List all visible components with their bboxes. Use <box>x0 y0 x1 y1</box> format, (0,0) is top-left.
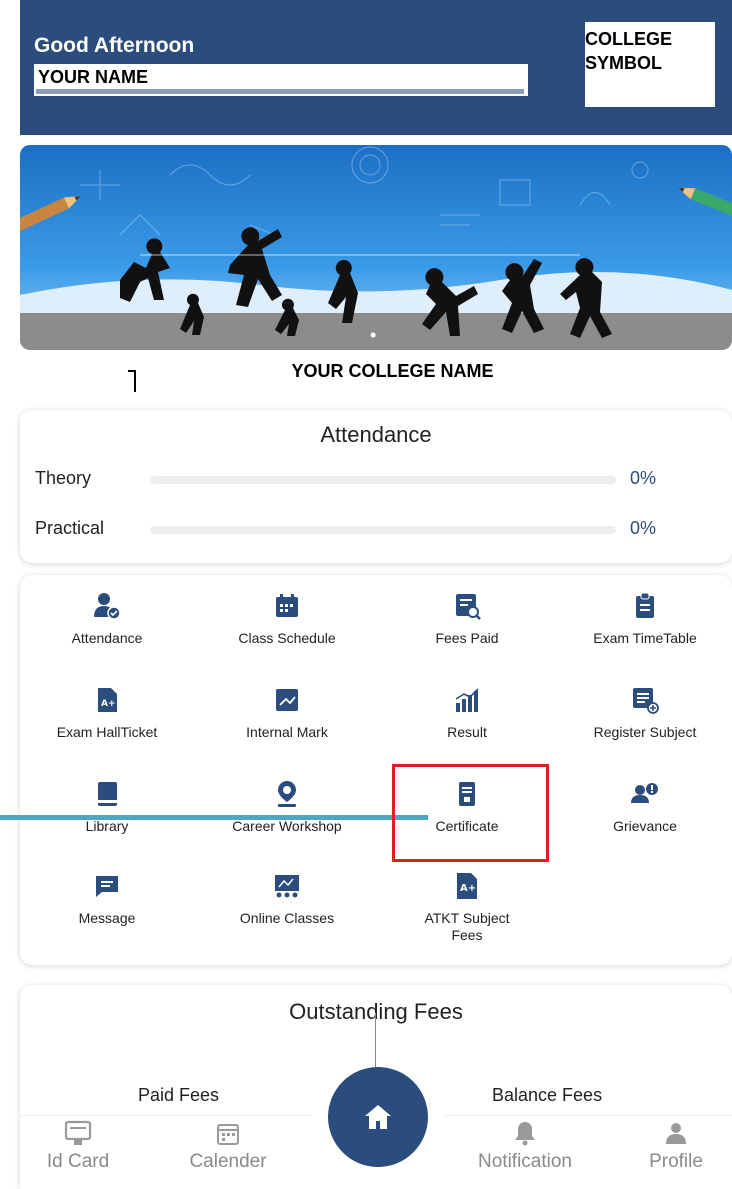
college-name-box: YOUR COLLEGE NAME <box>140 355 645 389</box>
college-logo-text: COLLEGE SYMBOL <box>585 29 673 73</box>
online-class-icon <box>275 875 299 898</box>
home-button[interactable] <box>328 1067 428 1167</box>
name-underline <box>36 89 524 94</box>
nav-profile[interactable]: Profile <box>626 1118 726 1173</box>
menu-label-register-subject: Register Subject <box>593 724 697 740</box>
certificate-highlight-box <box>392 764 549 862</box>
attendance-title: Attendance <box>320 422 432 447</box>
banner-carousel[interactable]: • <box>20 145 732 350</box>
clipboard-icon <box>636 592 654 618</box>
receipt-search-icon <box>456 594 481 620</box>
attendance-user-check-icon <box>94 593 121 620</box>
menu-item-attendance[interactable]: Attendance <box>22 591 192 647</box>
nav-notification[interactable]: Notification <box>460 1118 590 1173</box>
menu-label-career-workshop: Career Workshop <box>232 818 342 834</box>
menu-label-internal-mark: Internal Mark <box>246 724 328 740</box>
college-name: YOUR COLLEGE NAME <box>291 361 494 381</box>
college-logo: COLLEGE SYMBOL <box>585 22 715 107</box>
nav-id-card[interactable]: Id Card <box>28 1118 128 1173</box>
message-icon <box>96 876 118 897</box>
nav-label-calender: Calender <box>189 1151 267 1172</box>
menu-item-fees-paid[interactable]: Fees Paid <box>382 591 552 647</box>
bracket-mark <box>128 370 136 392</box>
location-badge-icon <box>278 781 296 807</box>
banner-image <box>20 145 732 350</box>
svg-text:A+: A+ <box>460 883 476 894</box>
annotation-line <box>0 815 428 820</box>
menu-item-atkt-subject-fees[interactable]: A+ ATKT Subject Fees <box>382 871 552 944</box>
menu-item-library[interactable]: Library <box>22 779 192 835</box>
menu-label-exam-timetable: Exam TimeTable <box>593 630 697 646</box>
grade-plus-icon: A+ <box>457 873 477 899</box>
menu-item-online-classes[interactable]: Online Classes <box>202 871 372 927</box>
paid-fees-label: Paid Fees <box>138 1085 220 1105</box>
practical-percent: 0% <box>630 518 657 538</box>
attendance-row-theory: Theory 0% <box>20 468 732 494</box>
menu-label-atkt-subject-fees: ATKT Subject Fees <box>424 910 510 943</box>
carousel-dot[interactable]: • <box>370 325 376 345</box>
left-margin <box>0 0 20 1189</box>
header: Good Afternoon YOUR NAME COLLEGE SYMBOL <box>20 0 732 135</box>
book-icon <box>98 782 117 806</box>
menu-item-message[interactable]: Message <box>22 871 192 927</box>
menu-label-class-schedule: Class Schedule <box>238 630 336 646</box>
grade-document-icon: A+ <box>98 688 117 712</box>
list-add-icon <box>633 688 659 714</box>
theory-label: Theory <box>35 468 92 488</box>
menu-item-internal-mark[interactable]: Internal Mark <box>202 685 372 741</box>
carousel-indicator[interactable]: • <box>370 325 376 346</box>
nav-calender[interactable]: Calender <box>178 1118 278 1173</box>
bar-chart-icon <box>455 688 479 712</box>
attendance-card[interactable]: Attendance Theory 0% Practical 0% <box>20 410 732 563</box>
theory-percent: 0% <box>630 468 657 488</box>
user-name: YOUR NAME <box>38 67 149 87</box>
nav-label-notification: Notification <box>478 1151 572 1172</box>
menu-label-result: Result <box>447 724 487 740</box>
id-card-icon <box>64 1120 92 1145</box>
menu-label-exam-hallticket: Exam HallTicket <box>56 724 158 740</box>
app-screen: Good Afternoon YOUR NAME COLLEGE SYMBOL <box>0 0 732 1189</box>
menu-label-fees-paid: Fees Paid <box>435 630 499 646</box>
menu-item-exam-hallticket[interactable]: A+ Exam HallTicket <box>22 685 192 741</box>
theory-progress-bar <box>150 476 616 484</box>
nav-label-profile: Profile <box>649 1151 703 1172</box>
menu-item-exam-timetable[interactable]: Exam TimeTable <box>560 591 730 647</box>
balance-fees-label: Balance Fees <box>492 1085 603 1105</box>
menu-grid: Attendance Class Schedule Fees Paid Exam… <box>20 575 732 965</box>
menu-item-result[interactable]: Result <box>382 685 552 741</box>
menu-label-library: Library <box>85 818 129 834</box>
menu-item-class-schedule[interactable]: Class Schedule <box>202 591 372 647</box>
practical-progress-bar <box>150 526 616 534</box>
home-icon <box>365 1105 391 1129</box>
menu-label-attendance: Attendance <box>71 630 143 646</box>
practical-label: Practical <box>35 518 105 538</box>
attendance-row-practical: Practical 0% <box>20 518 732 544</box>
greeting-text: Good Afternoon <box>34 34 195 57</box>
chart-trend-icon <box>276 689 298 711</box>
menu-item-grievance[interactable]: Grievance <box>560 779 730 835</box>
menu-label-grievance: Grievance <box>613 818 677 834</box>
svg-text:A+: A+ <box>101 699 116 709</box>
calendar-icon <box>217 1124 239 1145</box>
user-name-box: YOUR NAME <box>34 64 528 96</box>
outstanding-fees-title: Outstanding Fees <box>289 999 463 1024</box>
menu-label-online-classes: Online Classes <box>239 910 335 926</box>
nav-label-id-card: Id Card <box>46 1151 110 1172</box>
menu-item-register-subject[interactable]: Register Subject <box>560 685 730 741</box>
menu-item-career-workshop[interactable]: Career Workshop <box>202 779 372 835</box>
menu-label-message: Message <box>78 910 136 926</box>
profile-icon <box>666 1123 686 1144</box>
calendar-icon <box>276 594 298 617</box>
user-alert-icon <box>631 783 658 803</box>
bell-icon <box>515 1122 535 1146</box>
